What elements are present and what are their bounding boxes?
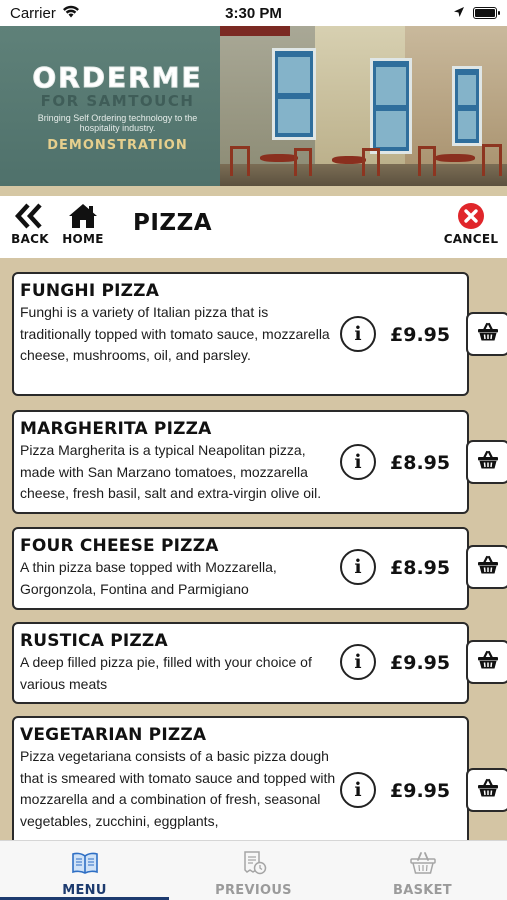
brand-logo: ORDERME FOR SAMTOUCH Bringing Self Order… xyxy=(20,61,215,153)
menu-item-name: FUNGHI PIZZA xyxy=(20,281,160,301)
menu-item-list[interactable]: FUNGHI PIZZA Funghi is a variety of Ital… xyxy=(0,258,507,840)
menu-item-card[interactable]: FUNGHI PIZZA Funghi is a variety of Ital… xyxy=(12,272,507,396)
add-to-basket-button[interactable] xyxy=(466,545,507,589)
menu-item-description: A thin pizza base topped with Mozzarella… xyxy=(20,559,277,597)
cancel-label: CANCEL xyxy=(443,232,499,246)
menu-item-price: £9.95 xyxy=(390,780,451,802)
tab-previous-label: PREVIOUS xyxy=(215,883,292,898)
bottom-tab-bar: MENU PREVIOUS BASKET xyxy=(0,840,507,900)
menu-item-card[interactable]: RUSTICA PIZZA A deep filled pizza pie, f… xyxy=(12,622,507,704)
book-icon xyxy=(0,849,169,877)
double-chevron-left-icon xyxy=(4,200,56,232)
info-button[interactable]: i xyxy=(340,644,376,680)
status-bar: Carrier 3:30 PM xyxy=(0,0,507,26)
info-icon: i xyxy=(354,651,362,673)
home-label: HOME xyxy=(62,232,104,246)
cancel-button[interactable]: CANCEL xyxy=(441,200,501,256)
wifi-icon xyxy=(62,5,80,22)
menu-item-card[interactable]: MARGHERITA PIZZA Pizza Margherita is a t… xyxy=(12,410,507,514)
status-right xyxy=(453,5,500,22)
menu-item-name: VEGETARIAN PIZZA xyxy=(20,725,207,745)
add-to-basket-button[interactable] xyxy=(466,640,507,684)
basket-icon xyxy=(477,322,499,347)
add-to-basket-button[interactable] xyxy=(466,312,507,356)
location-arrow-icon xyxy=(453,5,465,22)
info-icon: i xyxy=(354,556,362,578)
battery-icon xyxy=(473,7,500,19)
demo-mode-label: DEMONSTRATION xyxy=(47,138,188,153)
back-button[interactable]: BACK xyxy=(4,200,56,256)
brand-subtitle: FOR SAMTOUCH xyxy=(40,92,195,110)
home-icon xyxy=(57,200,109,232)
menu-item-name: FOUR CHEESE PIZZA xyxy=(20,536,219,556)
carrier-label: Carrier xyxy=(10,4,56,22)
info-button[interactable]: i xyxy=(340,549,376,585)
cafe-photo xyxy=(220,26,507,186)
page-title: PIZZA xyxy=(133,210,213,236)
basket-icon xyxy=(477,555,499,580)
battery-level xyxy=(475,9,495,17)
menu-item-price: £9.95 xyxy=(390,324,451,346)
header-banner: ORDERME FOR SAMTOUCH Bringing Self Order… xyxy=(0,26,507,186)
menu-item-description: Pizza vegetariana consists of a basic pi… xyxy=(20,748,336,829)
menu-item-price: £8.95 xyxy=(390,557,451,579)
nav-bar: BACK HOME PIZZA CANCEL xyxy=(0,196,507,258)
info-button[interactable]: i xyxy=(340,444,376,480)
receipt-clock-icon xyxy=(169,849,338,877)
basket-icon xyxy=(338,849,507,877)
basket-icon xyxy=(477,778,499,803)
brand-tagline: Bringing Self Ordering technology to the… xyxy=(37,113,198,133)
tab-menu-label: MENU xyxy=(62,883,107,898)
menu-item-name: RUSTICA PIZZA xyxy=(20,631,168,651)
add-to-basket-button[interactable] xyxy=(466,768,507,812)
home-button[interactable]: HOME xyxy=(57,200,109,256)
close-circle-icon xyxy=(441,200,501,232)
info-icon: i xyxy=(354,779,362,801)
status-left: Carrier xyxy=(10,5,80,22)
tab-basket-label: BASKET xyxy=(393,883,452,898)
info-icon: i xyxy=(354,451,362,473)
basket-icon xyxy=(477,650,499,675)
menu-item-description: A deep filled pizza pie, filled with you… xyxy=(20,654,312,692)
menu-item-description: Pizza Margherita is a typical Neapolitan… xyxy=(20,442,322,501)
tab-basket[interactable]: BASKET xyxy=(338,841,507,900)
menu-item-description: Funghi is a variety of Italian pizza tha… xyxy=(20,304,330,363)
menu-item-price: £8.95 xyxy=(390,452,451,474)
info-button[interactable]: i xyxy=(340,772,376,808)
tab-menu[interactable]: MENU xyxy=(0,841,169,900)
back-label: BACK xyxy=(11,232,49,246)
menu-item-name: MARGHERITA PIZZA xyxy=(20,419,212,439)
banner-divider xyxy=(0,186,507,196)
basket-icon xyxy=(477,450,499,475)
info-icon: i xyxy=(354,323,362,345)
add-to-basket-button[interactable] xyxy=(466,440,507,484)
brand-title: ORDERME xyxy=(32,61,203,94)
menu-item-card[interactable]: VEGETARIAN PIZZA Pizza vegetariana consi… xyxy=(12,716,507,840)
menu-item-price: £9.95 xyxy=(390,652,451,674)
menu-item-card[interactable]: FOUR CHEESE PIZZA A thin pizza base topp… xyxy=(12,527,507,610)
tab-previous[interactable]: PREVIOUS xyxy=(169,841,338,900)
info-button[interactable]: i xyxy=(340,316,376,352)
